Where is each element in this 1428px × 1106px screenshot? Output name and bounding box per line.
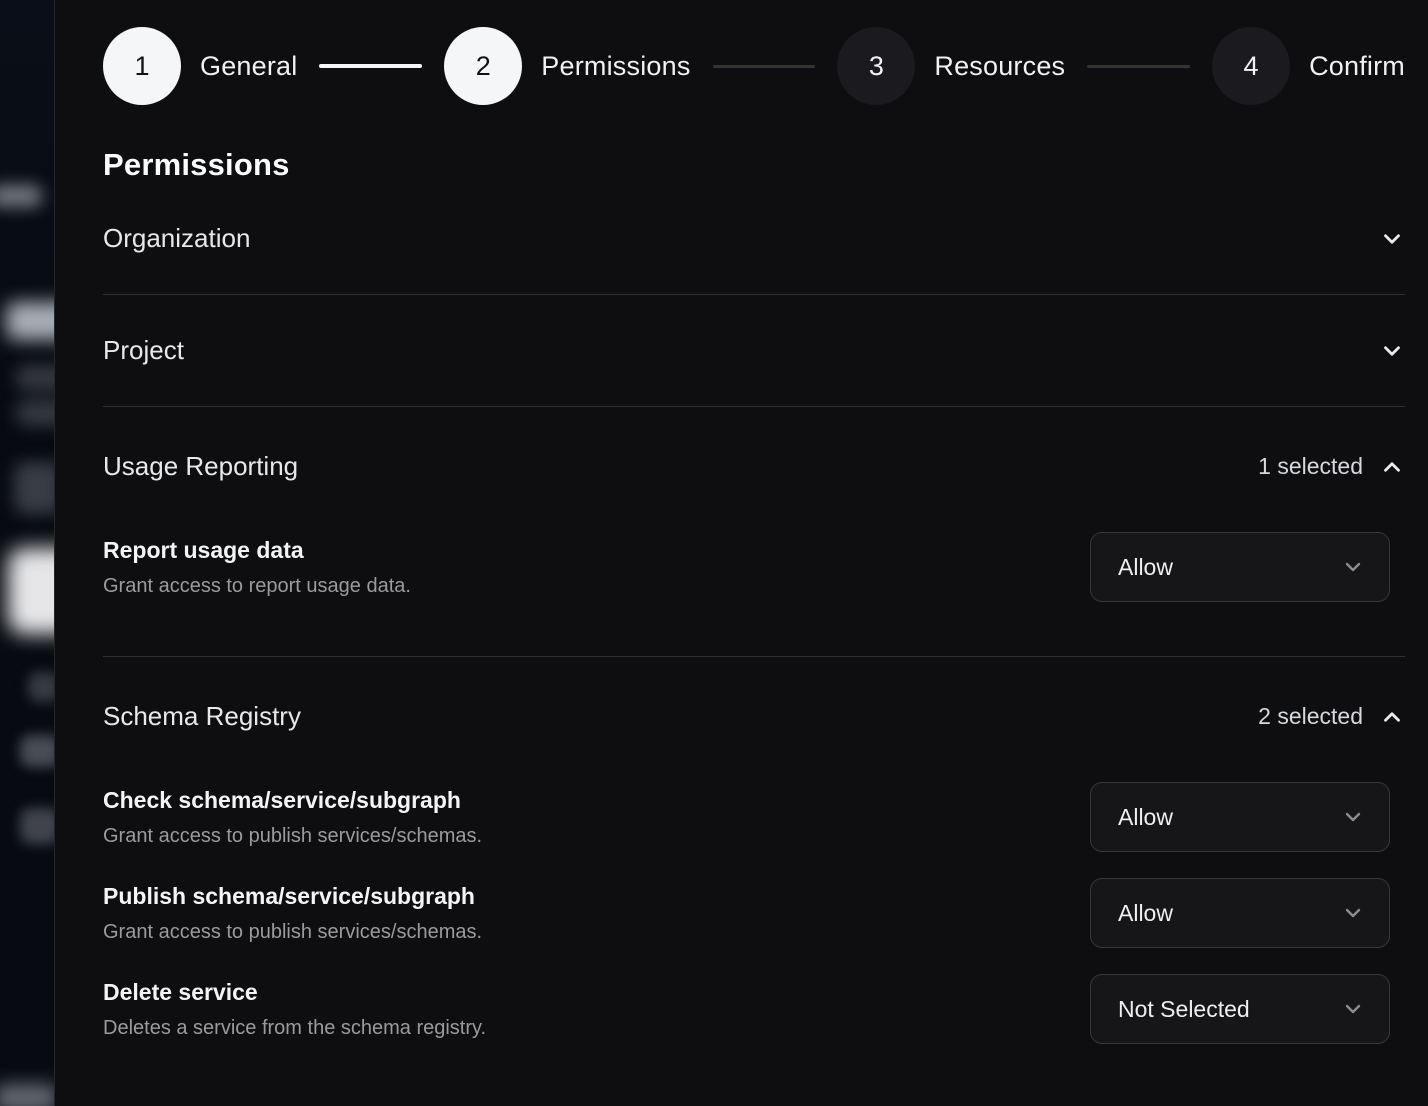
- step-permissions-label: Permissions: [541, 51, 690, 82]
- select-value: Not Selected: [1118, 996, 1250, 1023]
- step-connector: [319, 64, 422, 68]
- section-schema-registry[interactable]: Schema Registry 2 selected: [103, 657, 1405, 732]
- chevron-down-icon: [1379, 226, 1405, 252]
- sidebar-blur-item: [0, 1084, 55, 1106]
- section-organization-title: Organization: [103, 223, 250, 254]
- permission-value-select[interactable]: Allow: [1090, 878, 1390, 948]
- chevron-down-icon: [1341, 805, 1365, 829]
- permission-description: Grant access to publish services/schemas…: [103, 918, 482, 946]
- step-general-number: 1: [103, 27, 181, 105]
- step-general-label: General: [200, 51, 297, 82]
- sidebar-blur-item: [8, 548, 55, 634]
- permission-description: Deletes a service from the schema regist…: [103, 1014, 486, 1042]
- section-project-title: Project: [103, 335, 184, 366]
- chevron-down-icon: [1341, 555, 1365, 579]
- page-title: Permissions: [103, 147, 1405, 183]
- permission-title: Publish schema/service/subgraph: [103, 881, 482, 911]
- create-token-wizard: 1 General 2 Permissions 3 Resources 4 Co…: [56, 0, 1428, 1106]
- chevron-down-icon: [1341, 997, 1365, 1021]
- section-schema-registry-title: Schema Registry: [103, 701, 301, 732]
- section-project[interactable]: Project: [103, 295, 1405, 407]
- chevron-down-icon: [1341, 901, 1365, 925]
- sidebar-blur-item: [14, 462, 55, 514]
- step-resources-number: 3: [837, 27, 915, 105]
- step-connector: [1087, 65, 1190, 68]
- permission-row-publish-schema: Publish schema/service/subgraph Grant ac…: [103, 878, 1405, 948]
- permission-description: Grant access to publish services/schemas…: [103, 822, 482, 850]
- step-confirm-number: 4: [1212, 27, 1290, 105]
- permission-row-report-usage: Report usage data Grant access to report…: [103, 532, 1405, 602]
- permission-value-select[interactable]: Allow: [1090, 782, 1390, 852]
- sidebar-blur-item: [6, 302, 55, 340]
- select-value: Allow: [1118, 900, 1173, 927]
- step-resources[interactable]: 3 Resources: [837, 27, 1065, 105]
- permission-value-select[interactable]: Allow: [1090, 532, 1390, 602]
- sidebar-blur-item: [28, 672, 55, 702]
- wizard-stepper: 1 General 2 Permissions 3 Resources 4 Co…: [103, 27, 1405, 105]
- step-permissions[interactable]: 2 Permissions: [444, 27, 690, 105]
- step-confirm[interactable]: 4 Confirm: [1212, 27, 1405, 105]
- sidebar-blur-item: [16, 365, 55, 391]
- step-connector: [713, 65, 816, 68]
- step-resources-label: Resources: [934, 51, 1065, 82]
- background-sidebar: [0, 0, 55, 1106]
- sidebar-blur-item: [20, 735, 55, 767]
- sidebar-blur-item: [16, 400, 55, 426]
- permission-row-check-schema: Check schema/service/subgraph Grant acce…: [103, 782, 1405, 852]
- selected-count-badge: 2 selected: [1258, 703, 1363, 730]
- permission-description: Grant access to report usage data.: [103, 572, 411, 600]
- permission-title: Report usage data: [103, 535, 411, 565]
- selected-count-badge: 1 selected: [1258, 453, 1363, 480]
- permission-row-delete-service: Delete service Deletes a service from th…: [103, 974, 1405, 1044]
- permission-title: Check schema/service/subgraph: [103, 785, 482, 815]
- step-general[interactable]: 1 General: [103, 27, 297, 105]
- permission-value-select[interactable]: Not Selected: [1090, 974, 1390, 1044]
- permission-title: Delete service: [103, 977, 486, 1007]
- sidebar-blur-item: [20, 808, 55, 844]
- section-organization[interactable]: Organization: [103, 183, 1405, 295]
- section-schema-registry-body: Check schema/service/subgraph Grant acce…: [103, 782, 1405, 1074]
- chevron-up-icon: [1379, 704, 1405, 730]
- select-value: Allow: [1118, 804, 1173, 831]
- select-value: Allow: [1118, 554, 1173, 581]
- section-usage-reporting-title: Usage Reporting: [103, 451, 298, 482]
- step-confirm-label: Confirm: [1309, 51, 1405, 82]
- step-permissions-number: 2: [444, 27, 522, 105]
- chevron-down-icon: [1379, 338, 1405, 364]
- chevron-up-icon: [1379, 454, 1405, 480]
- section-usage-reporting-body: Report usage data Grant access to report…: [103, 532, 1405, 657]
- section-usage-reporting[interactable]: Usage Reporting 1 selected: [103, 407, 1405, 482]
- sidebar-blur-item: [0, 185, 42, 207]
